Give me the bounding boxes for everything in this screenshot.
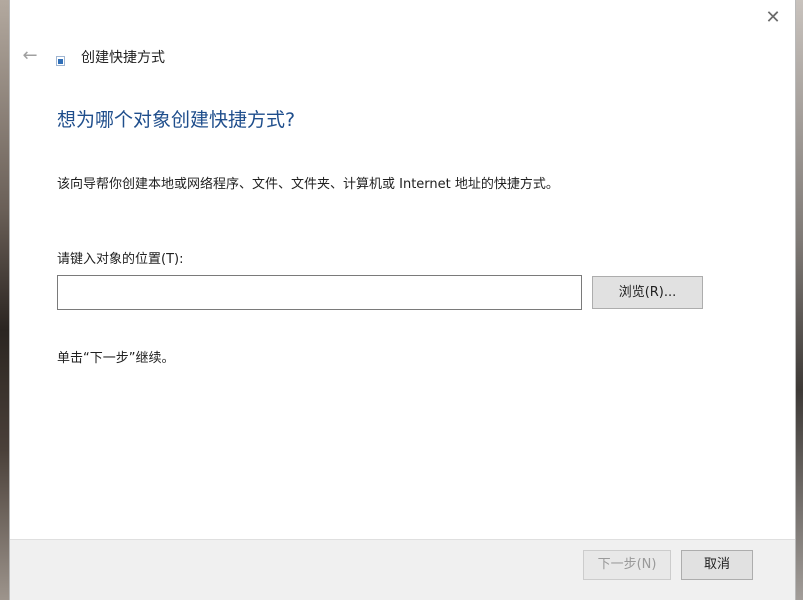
browse-button[interactable]: 浏览(R)... xyxy=(592,276,703,309)
create-shortcut-dialog: ✕ ← 创建快捷方式 想为哪个对象创建快捷方式? 该向导帮你创建本地或网络程序、… xyxy=(9,0,796,600)
back-arrow-icon: ← xyxy=(22,45,38,66)
location-input[interactable] xyxy=(57,275,582,310)
dialog-footer: 下一步(N) 取消 xyxy=(10,539,795,600)
desktop-background-right xyxy=(795,0,803,600)
close-button[interactable]: ✕ xyxy=(759,6,787,30)
wizard-description: 该向导帮你创建本地或网络程序、文件、文件夹、计算机或 Internet 地址的快… xyxy=(57,177,559,192)
back-button[interactable]: ← xyxy=(18,44,42,68)
location-label: 请键入对象的位置(T): xyxy=(57,252,184,267)
next-button[interactable]: 下一步(N) xyxy=(583,550,671,580)
page-heading: 想为哪个对象创建快捷方式? xyxy=(57,109,296,131)
continue-hint: 单击“下一步”继续。 xyxy=(57,351,175,366)
close-icon: ✕ xyxy=(765,7,781,28)
wizard-title: 创建快捷方式 xyxy=(81,50,165,66)
cancel-button[interactable]: 取消 xyxy=(681,550,753,580)
shortcut-icon xyxy=(56,56,65,66)
